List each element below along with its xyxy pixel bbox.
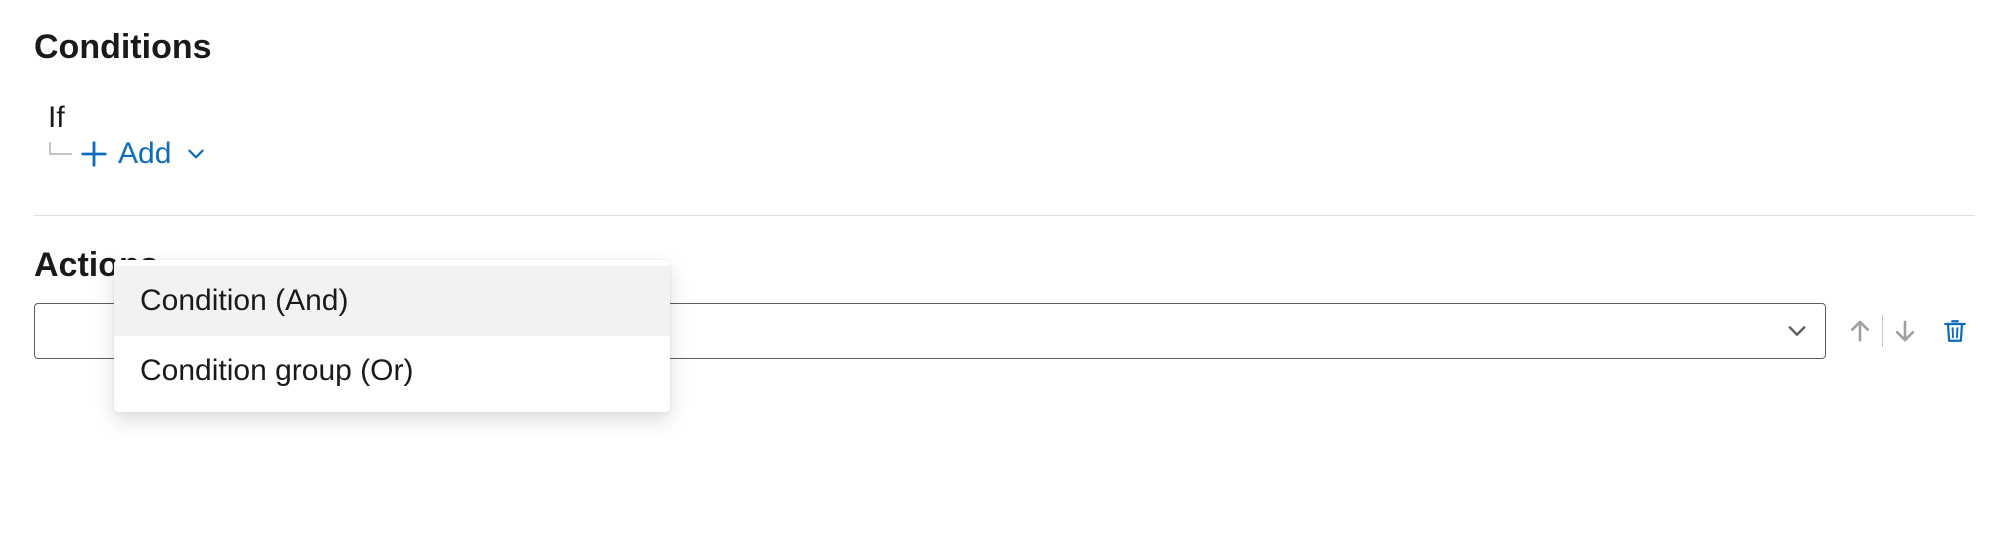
chevron-down-icon — [185, 143, 207, 165]
section-divider — [34, 215, 1975, 216]
move-down-button — [1885, 311, 1925, 351]
action-reorder-controls — [1840, 311, 1975, 351]
tree-connector-icon — [48, 142, 74, 162]
chevron-down-icon — [1785, 319, 1809, 343]
add-button-label: Add — [118, 137, 171, 171]
if-label: If — [48, 101, 1975, 135]
arrow-up-icon — [1847, 318, 1873, 344]
arrow-down-icon — [1892, 318, 1918, 344]
menu-item-condition-and[interactable]: Condition (And) — [114, 266, 670, 336]
trash-icon — [1941, 317, 1969, 345]
add-condition-menu: Condition (And) Condition group (Or) — [114, 260, 670, 412]
menu-item-condition-group-or[interactable]: Condition group (Or) — [114, 336, 670, 406]
vertical-divider — [1882, 315, 1883, 347]
plus-icon — [80, 140, 108, 168]
delete-action-button[interactable] — [1935, 311, 1975, 351]
add-condition-row: Add — [48, 137, 1975, 171]
move-up-button — [1840, 311, 1880, 351]
conditions-section-title: Conditions — [34, 28, 1975, 67]
add-condition-button[interactable]: Add — [80, 137, 207, 171]
